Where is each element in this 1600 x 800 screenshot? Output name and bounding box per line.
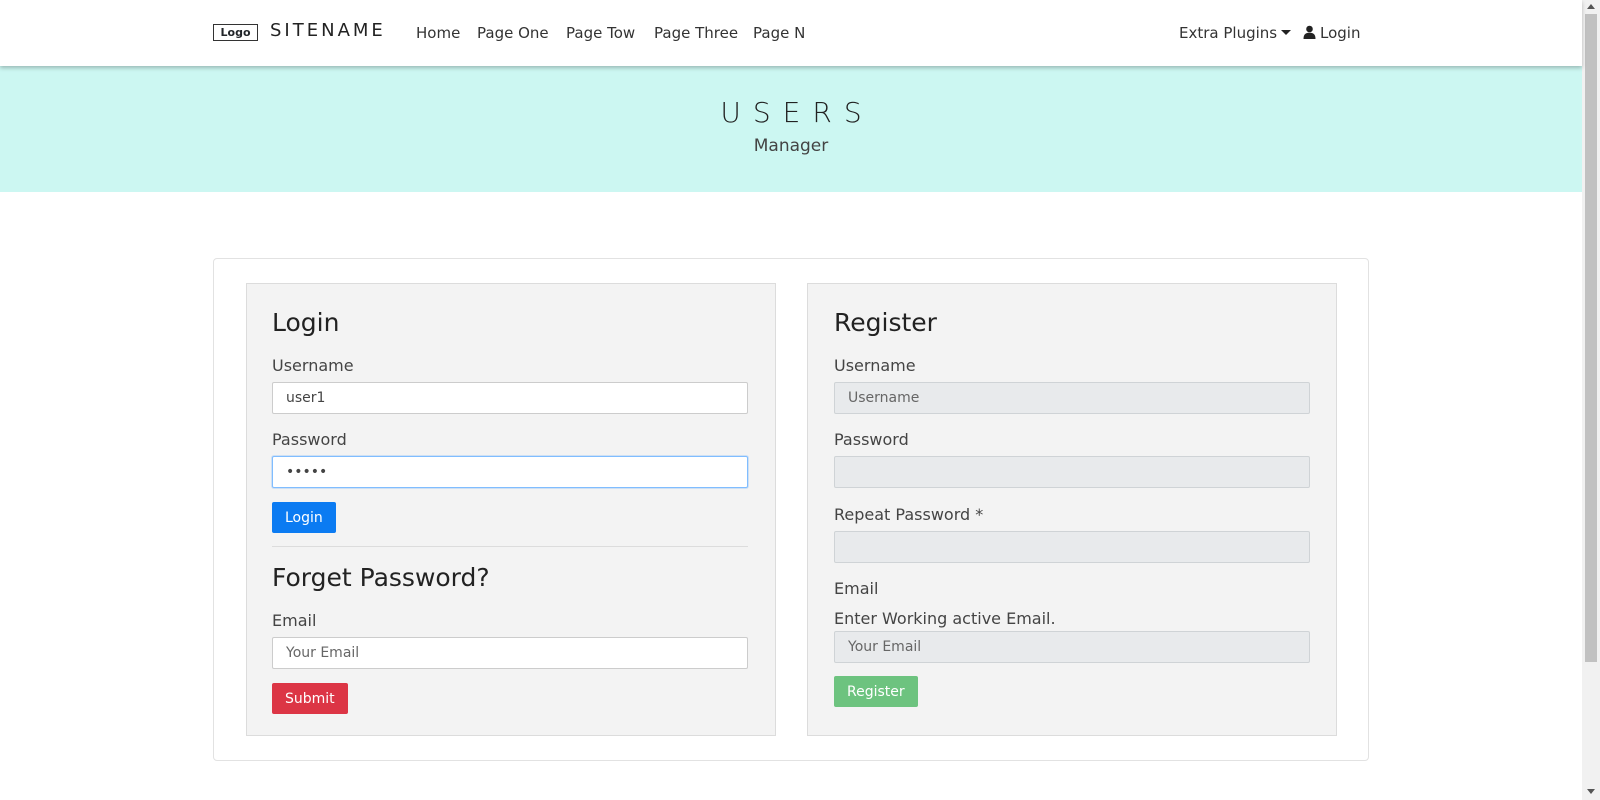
scroll-thumb[interactable] (1585, 14, 1597, 662)
extra-plugins-dropdown[interactable]: Extra Plugins (1179, 24, 1292, 42)
login-button[interactable]: Login (272, 502, 336, 533)
nav-page-one[interactable]: Page One (477, 24, 549, 42)
register-title: Register (834, 308, 937, 337)
vertical-scrollbar[interactable] (1582, 0, 1600, 800)
top-navbar: Logo SITENAME Home Page One Page Tow Pag… (0, 0, 1582, 66)
login-username-label: Username (272, 356, 354, 375)
hero-banner: USERS Manager (0, 66, 1582, 192)
forgot-email-input[interactable] (272, 637, 748, 669)
scroll-up-icon[interactable] (1587, 4, 1595, 9)
nav-page-three[interactable]: Page Three (654, 24, 738, 42)
site-name[interactable]: SITENAME (270, 20, 386, 41)
login-password-label: Password (272, 430, 347, 449)
site-logo[interactable]: Logo (213, 24, 258, 41)
forgot-password-title: Forget Password? (272, 563, 490, 592)
repeat-password-input[interactable] (834, 531, 1310, 563)
register-username-input[interactable] (834, 382, 1310, 414)
submit-button[interactable]: Submit (272, 683, 348, 714)
nav-page-tow[interactable]: Page Tow (566, 24, 635, 42)
register-password-input[interactable] (834, 456, 1310, 488)
register-username-label: Username (834, 356, 916, 375)
register-email-input[interactable] (834, 631, 1310, 663)
nav-login[interactable]: Login (1303, 24, 1360, 42)
nav-home[interactable]: Home (416, 24, 460, 42)
nav-login-label: Login (1320, 24, 1361, 42)
repeat-password-label: Repeat Password * (834, 505, 984, 524)
page-title: USERS (720, 96, 874, 129)
login-password-input[interactable] (272, 456, 748, 488)
register-email-label: Email (834, 579, 879, 598)
page-subtitle: Manager (753, 136, 829, 156)
caret-down-icon (1281, 30, 1292, 35)
register-password-label: Password (834, 430, 909, 449)
login-title: Login (272, 308, 340, 337)
login-username-input[interactable] (272, 382, 748, 414)
register-button[interactable]: Register (834, 676, 918, 707)
forgot-email-label: Email (272, 611, 317, 630)
extra-plugins-label: Extra Plugins (1179, 24, 1278, 42)
register-email-help: Enter Working active Email. (834, 609, 1056, 628)
nav-page-n[interactable]: Page N (753, 24, 805, 42)
panel-divider (272, 546, 748, 547)
scroll-down-icon[interactable] (1587, 789, 1595, 794)
user-icon (1303, 25, 1316, 39)
